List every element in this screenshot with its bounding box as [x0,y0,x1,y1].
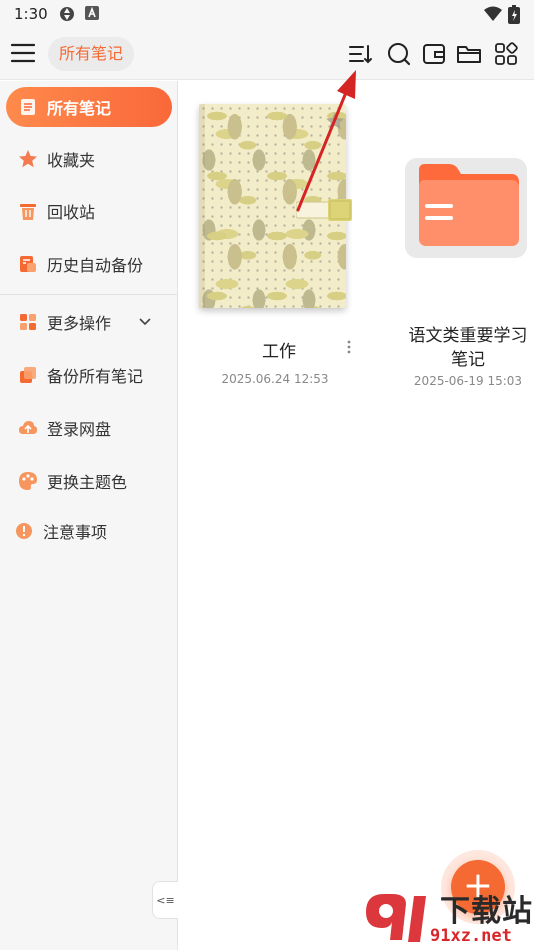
info-icon [16,523,32,539]
collapse-sidebar-button[interactable]: <≡ [152,881,178,919]
notebook-title[interactable]: 工作 [239,337,319,362]
notebook-date: 2025.06.24 12:53 [221,372,329,386]
sidebar-item-trash[interactable]: 回收站 [6,191,172,231]
battery-icon [508,5,520,24]
sidebar-item-theme-color[interactable]: 更换主题色 [6,461,172,501]
sidebar-item-auto-backup-history[interactable]: 历史自动备份 [6,244,172,284]
grid-apps-icon [20,314,36,330]
sidebar-item-label: 所有笔记 [47,99,112,118]
wallet-icon[interactable] [421,41,447,67]
notebook-strap-icon [296,199,352,221]
cloud-upload-icon [19,421,37,434]
sync-icon [60,7,74,21]
folder-title[interactable]: 语文类重要学习 笔记 [404,324,532,372]
sidebar-item-more-actions[interactable]: 更多操作 [6,302,172,342]
grid-view-icon[interactable] [493,41,519,67]
backup-icon [20,367,36,383]
sidebar-item-label: 登录网盘 [47,420,112,439]
backup-history-icon [20,256,36,272]
sidebar-item-label: 回收站 [47,203,96,222]
chevron-down-icon [139,318,151,326]
sidebar-item-label: 收藏夹 [47,151,96,170]
watermark-text: 下载站 [440,894,533,929]
folder-date: 2025-06-19 15:03 [413,374,523,388]
sidebar-item-label: 注意事项 [43,523,108,542]
sidebar: 所有笔记 收藏夹 回收站 历史自动备份 更多操作 备份所有笔记 登录网盘 更换主… [0,81,178,950]
sidebar-item-login-cloud[interactable]: 登录网盘 [6,408,172,448]
sidebar-item-label: 更换主题色 [47,473,128,492]
favorite-star-icon[interactable] [325,111,345,131]
folder-title-line2: 笔记 [451,350,485,370]
trash-icon [20,204,36,220]
sidebar-item-label: 更多操作 [47,314,112,333]
folder-cover-icon[interactable] [405,156,527,258]
sidebar-item-backup-all[interactable]: 备份所有笔记 [6,355,172,395]
folder-icon[interactable] [456,41,482,67]
app-notification-icon [85,6,99,20]
search-icon[interactable] [386,41,412,67]
menu-icon[interactable] [10,40,36,66]
notes-icon [21,99,35,115]
page-title: 所有笔记 [48,37,135,71]
watermark-url: 91xz.net [430,926,512,946]
status-time: 1:30 [14,5,48,23]
sidebar-item-label: 备份所有笔记 [47,367,144,386]
wifi-icon [484,6,502,21]
sidebar-item-label: 历史自动备份 [47,256,144,275]
sidebar-divider [0,294,178,295]
sort-icon[interactable] [347,41,373,67]
palette-icon [19,472,37,490]
sidebar-item-notes-caution[interactable]: 注意事项 [6,511,172,551]
app-bar: 所有笔记 [0,28,534,80]
notebook-spine [199,104,205,308]
sidebar-item-all-notes[interactable]: 所有笔记 [6,87,172,127]
status-bar: 1:30 [0,0,534,28]
folder-title-line1: 语文类重要学习 [408,326,528,346]
star-icon [19,150,37,168]
more-options-icon[interactable] [343,339,355,355]
sidebar-item-favorites[interactable]: 收藏夹 [6,139,172,179]
